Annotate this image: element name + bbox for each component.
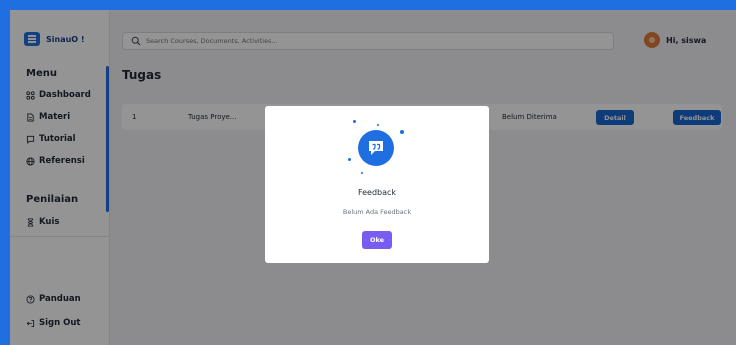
- decor-dot: [353, 120, 356, 123]
- app-frame: SinauO ! Menu Dashboard Materi Tutorial …: [10, 10, 736, 345]
- speech-bubble-icon: [358, 130, 394, 166]
- ok-button[interactable]: Oke: [362, 231, 392, 249]
- feedback-modal: Feedback Belum Ada Feedback Oke: [265, 106, 489, 263]
- decor-dot: [348, 158, 351, 161]
- decor-dot: [361, 172, 363, 174]
- modal-title: Feedback: [357, 188, 397, 197]
- decor-dot: [377, 124, 379, 126]
- modal-message: Belum Ada Feedback: [342, 208, 412, 216]
- decor-dot: [400, 130, 404, 134]
